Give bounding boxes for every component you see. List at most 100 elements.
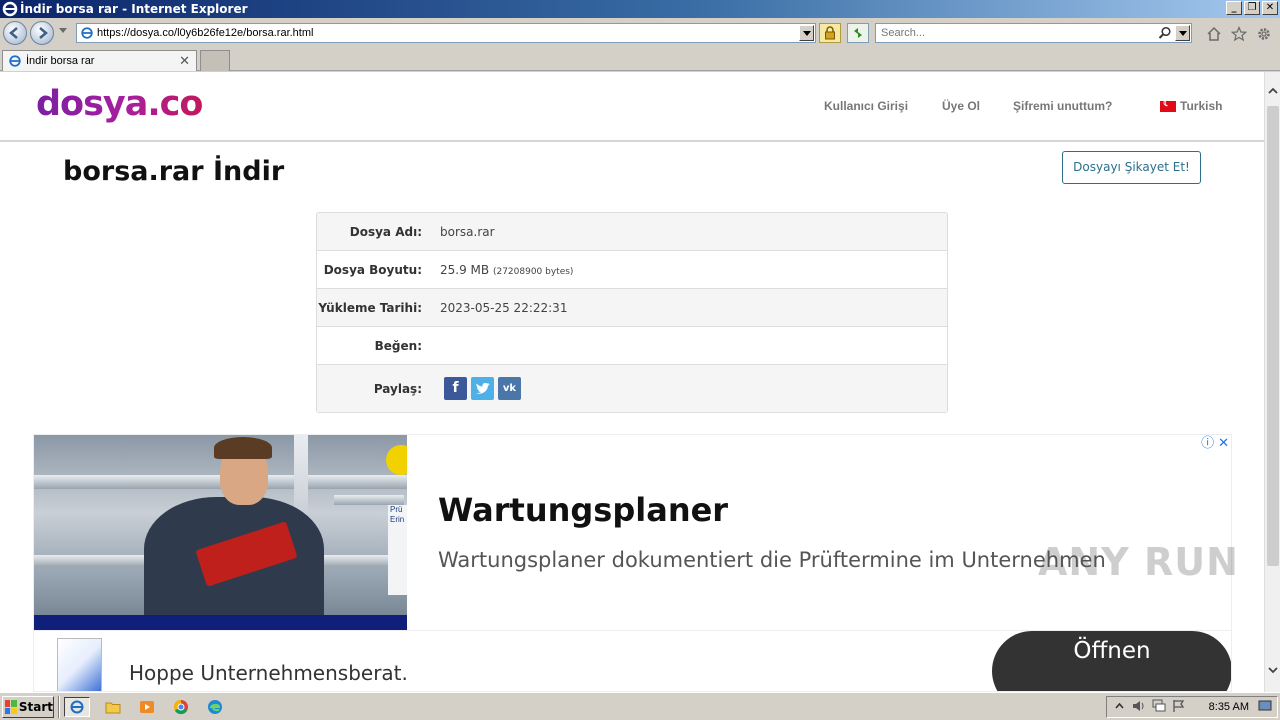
facebook-share-icon[interactable]: f bbox=[444, 377, 467, 400]
upload-date-row: Yükleme Tarihi: 2023-05-25 22:22:31 bbox=[317, 289, 947, 327]
address-url[interactable]: https://dosya.co/l0y6b26fe12e/borsa.rar.… bbox=[97, 27, 313, 39]
ad-sign-text: Prü Erin bbox=[388, 505, 407, 595]
search-icon[interactable] bbox=[1158, 26, 1172, 40]
page-viewport: dosya.co Kullanıcı Girişi Üye Ol Şifremi… bbox=[0, 72, 1264, 692]
ad-open-button[interactable]: Öffnen bbox=[992, 631, 1231, 691]
ad-advertiser[interactable]: Hoppe Unternehmensberat. bbox=[129, 661, 408, 685]
taskbar: Start 8:35 AM bbox=[0, 692, 1280, 720]
address-bar[interactable]: https://dosya.co/l0y6b26fe12e/borsa.rar.… bbox=[76, 23, 816, 43]
ad-description[interactable]: Wartungsplaner dokumentiert die Prüfterm… bbox=[438, 548, 1106, 572]
chevron-up-icon bbox=[1114, 702, 1124, 709]
info-key: Dosya Adı: bbox=[349, 224, 422, 239]
scrollbar-thumb[interactable] bbox=[1267, 106, 1279, 566]
language-label: Turkish bbox=[1180, 99, 1223, 113]
file-size-bytes: (27208900 bytes) bbox=[492, 266, 574, 277]
forward-button[interactable] bbox=[30, 21, 54, 45]
network-monitor-icon bbox=[1152, 699, 1166, 712]
home-icon[interactable] bbox=[1206, 26, 1222, 42]
flag-icon bbox=[1173, 700, 1185, 712]
page-title: borsa.rar İndir bbox=[63, 156, 285, 187]
twitter-bird-icon bbox=[475, 382, 490, 394]
file-name-row: Dosya Adı: borsa.rar bbox=[317, 213, 947, 251]
tab-active[interactable]: İndir borsa rar ✕ bbox=[2, 50, 197, 71]
media-player-icon bbox=[140, 701, 154, 713]
search-input[interactable] bbox=[881, 27, 1151, 39]
site-header: dosya.co Kullanıcı Girişi Üye Ol Şifremi… bbox=[0, 72, 1264, 142]
windows-logo-icon bbox=[5, 700, 17, 714]
maximize-button[interactable]: ❐ bbox=[1244, 1, 1260, 15]
page-ie-icon bbox=[81, 27, 93, 39]
back-button[interactable] bbox=[3, 21, 27, 45]
ad-image[interactable]: Prü Erin bbox=[34, 435, 407, 630]
history-dropdown-icon[interactable] bbox=[59, 28, 67, 33]
action-center-flag-icon[interactable] bbox=[1171, 699, 1187, 715]
network-icon[interactable] bbox=[1151, 699, 1167, 715]
forward-arrow-icon bbox=[39, 27, 48, 39]
favorites-star-icon[interactable] bbox=[1231, 26, 1247, 42]
close-window-button[interactable]: ✕ bbox=[1262, 1, 1278, 15]
tab-ie-icon bbox=[9, 55, 21, 67]
search-dropdown-button[interactable] bbox=[1175, 25, 1190, 41]
tray-expand-icon[interactable] bbox=[1111, 699, 1127, 715]
minimize-button[interactable]: _ bbox=[1226, 1, 1242, 15]
security-lock-button[interactable] bbox=[819, 23, 841, 43]
chevron-up-icon bbox=[1268, 87, 1278, 94]
ie-icon bbox=[70, 700, 84, 714]
nav-register-link[interactable]: Üye Ol bbox=[942, 99, 980, 113]
ad-title[interactable]: Wartungsplaner bbox=[438, 491, 728, 529]
taskbar-clock[interactable]: 8:35 AM bbox=[1209, 701, 1249, 713]
file-name-value: borsa.rar bbox=[440, 224, 495, 239]
show-desktop-icon[interactable] bbox=[1257, 699, 1273, 715]
start-button[interactable]: Start bbox=[2, 696, 54, 718]
folder-icon bbox=[105, 702, 121, 714]
like-row: Beğen: bbox=[317, 327, 947, 365]
nav-login-link[interactable]: Kullanıcı Girişi bbox=[824, 99, 908, 113]
report-file-button[interactable]: Dosyayı Şikayet Et! bbox=[1062, 151, 1201, 184]
info-key: Dosya Boyutu: bbox=[323, 262, 422, 277]
ad-open-label: Öffnen bbox=[1073, 638, 1151, 664]
search-box[interactable] bbox=[875, 23, 1192, 43]
ad-product-box-image[interactable] bbox=[57, 638, 102, 691]
scroll-down-icon[interactable] bbox=[1265, 663, 1280, 680]
ad-info-icon[interactable]: ⓘ bbox=[1201, 436, 1214, 449]
file-info-table: Dosya Adı: borsa.rar Dosya Boyutu: 25.9 … bbox=[316, 212, 948, 413]
twitter-share-icon[interactable] bbox=[471, 377, 494, 400]
ad-close-icon[interactable]: ✕ bbox=[1218, 436, 1229, 449]
volume-icon[interactable] bbox=[1131, 699, 1147, 715]
ad-worker-hair bbox=[214, 437, 272, 459]
address-dropdown-button[interactable] bbox=[799, 25, 814, 41]
file-size-row: Dosya Boyutu: 25.9 MB (27208900 bytes) bbox=[317, 251, 947, 289]
site-logo[interactable]: dosya.co bbox=[36, 84, 203, 124]
taskbar-explorer-button[interactable] bbox=[100, 697, 126, 717]
tab-bar: İndir borsa rar ✕ bbox=[0, 48, 1280, 71]
file-size-value: 25.9 MB bbox=[440, 262, 490, 277]
taskbar-media-button[interactable] bbox=[134, 697, 160, 717]
ad-footer: Hoppe Unternehmensberat. Öffnen bbox=[34, 630, 1231, 691]
refresh-icon bbox=[854, 28, 862, 38]
taskbar-ie-button[interactable] bbox=[64, 697, 90, 717]
ad-image-pipe bbox=[334, 495, 404, 505]
share-icons: f vk bbox=[430, 377, 521, 400]
lock-icon bbox=[825, 26, 835, 40]
nav-forgot-password-link[interactable]: Şifremi unuttum? bbox=[1013, 99, 1112, 113]
window-titlebar: İndir borsa rar - Internet Explorer _ ❐ … bbox=[0, 0, 1280, 18]
window-controls: _ ❐ ✕ bbox=[1226, 1, 1278, 15]
taskbar-separator bbox=[58, 696, 60, 718]
new-tab-button[interactable] bbox=[200, 50, 230, 71]
tab-label: İndir borsa rar bbox=[26, 55, 95, 67]
scroll-up-icon[interactable] bbox=[1265, 84, 1280, 101]
vk-share-icon[interactable]: vk bbox=[498, 377, 521, 400]
tab-close-icon[interactable]: ✕ bbox=[179, 53, 190, 69]
upload-date-value: 2023-05-25 22:22:31 bbox=[440, 300, 568, 315]
refresh-button[interactable] bbox=[847, 23, 869, 43]
window-title: İndir borsa rar - Internet Explorer bbox=[20, 2, 248, 16]
ie-logo-icon bbox=[2, 1, 18, 17]
vertical-scrollbar[interactable] bbox=[1264, 72, 1280, 692]
anyrun-watermark: ANY RUN bbox=[1038, 540, 1239, 584]
file-size-value-wrap: 25.9 MB (27208900 bytes) bbox=[430, 263, 573, 277]
gear-icon[interactable] bbox=[1256, 26, 1272, 42]
taskbar-edge-button[interactable] bbox=[202, 697, 228, 717]
taskbar-chrome-button[interactable] bbox=[168, 697, 194, 717]
system-tray: 8:35 AM bbox=[1106, 696, 1278, 718]
language-selector[interactable]: Turkish bbox=[1160, 98, 1223, 113]
